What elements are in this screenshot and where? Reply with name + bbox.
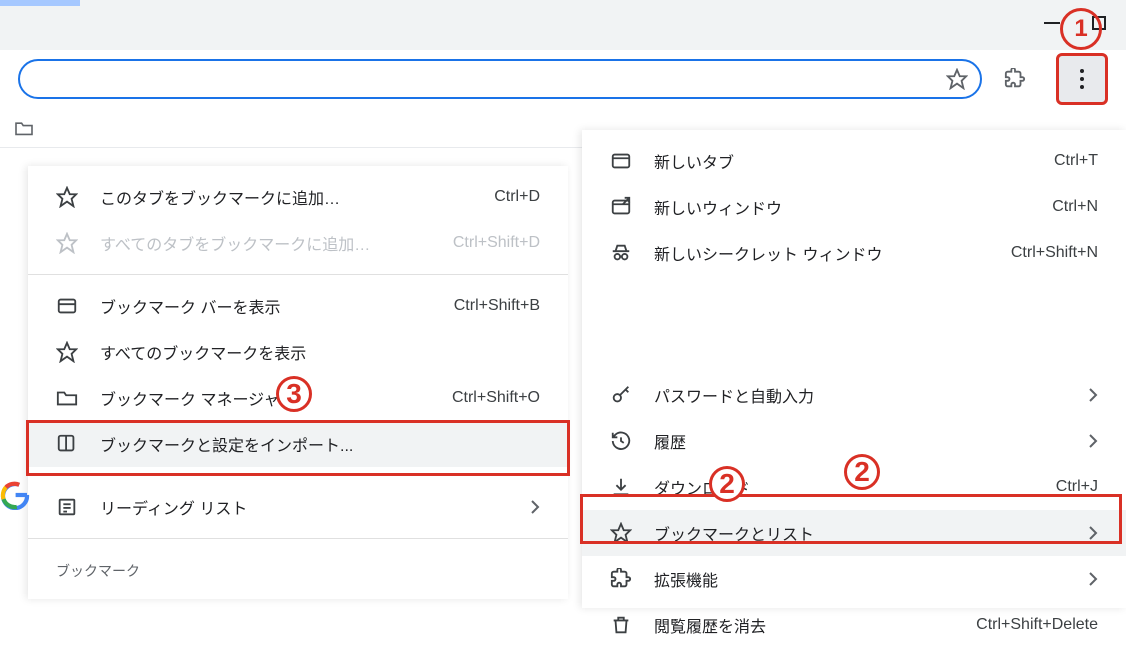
chevron-right-icon [1088,433,1098,449]
menu-shortcut: Ctrl+N [1052,198,1098,216]
menu-shortcut: Ctrl+J [1056,478,1098,496]
menu-item-manager[interactable]: ブックマーク マネージャ Ctrl+Shift+O [28,375,568,421]
history-icon [610,430,632,452]
folder-star-icon [56,387,78,409]
menu-label: ブックマークと設定をインポート... [100,432,540,456]
url-input[interactable] [18,59,982,99]
menu-label: リーディング リスト [100,495,530,519]
menu-item-reading-list[interactable]: リーディング リスト [28,484,568,530]
window-minimize-button[interactable] [1044,22,1060,24]
menu-heading: ブックマーク [28,547,568,591]
active-tab-indicator [0,0,80,6]
menu-shortcut: Ctrl+Shift+B [454,297,540,315]
incognito-icon [610,242,632,264]
chevron-right-icon [1088,387,1098,403]
menu-item-bookmark-all[interactable]: すべてのタブをブックマークに追加… Ctrl+Shift+D [28,220,568,266]
menu-shortcut: Ctrl+T [1054,152,1098,170]
extensions-icon [610,568,632,590]
menu-separator [28,475,568,476]
menu-item-bookmarks-lists[interactable]: ブックマークとリスト [582,510,1126,556]
star-icon [610,522,632,544]
trash-icon [610,614,632,636]
menu-label: パスワードと自動入力 [654,383,1088,407]
chevron-right-icon [1088,571,1098,587]
menu-label: ブックマークとリスト [654,521,1088,545]
star-fill-icon [56,341,78,363]
menu-item-import[interactable]: ブックマークと設定をインポート... [28,421,568,467]
menu-label: 拡張機能 [654,567,1088,591]
menu-separator [28,538,568,539]
menu-item-passwords[interactable]: パスワードと自動入力 [582,372,1126,418]
menu-label: ブックマーク マネージャ [100,386,452,410]
menu-label: 閲覧履歴を消去 [654,613,976,637]
menu-item-clear-data[interactable]: 閲覧履歴を消去 Ctrl+Shift+Delete [582,602,1126,648]
menu-label: このタブをブックマークに追加… [100,185,494,209]
menu-shortcut: Ctrl+Shift+D [453,234,540,252]
chevron-right-icon [1088,525,1098,541]
menu-item-show-bar[interactable]: ブックマーク バーを表示 Ctrl+Shift+B [28,283,568,329]
menu-item-new-window[interactable]: 新しいウィンドウ Ctrl+N [582,184,1126,230]
bookmarks-submenu: このタブをブックマークに追加… Ctrl+D すべてのタブをブックマークに追加…… [28,166,568,599]
menu-label: 新しいタブ [654,149,1054,173]
menu-item-extensions[interactable]: 拡張機能 [582,556,1126,602]
bookmark-star-icon[interactable] [946,68,968,90]
star-plus-icon [56,232,78,254]
menu-item-new-tab[interactable]: 新しいタブ Ctrl+T [582,138,1126,184]
menu-label: ダウンロード [654,475,1056,499]
chevron-right-icon [530,499,540,515]
menu-separator [28,274,568,275]
key-icon [610,384,632,406]
menu-shortcut: Ctrl+Shift+O [452,389,540,407]
new-tab-icon [610,150,632,172]
menu-item-incognito[interactable]: 新しいシークレット ウィンドウ Ctrl+Shift+N [582,230,1126,276]
list-icon [56,496,78,518]
window-restore-button[interactable] [1092,16,1106,30]
menu-label: すべてのタブをブックマークに追加… [100,231,453,255]
menu-shortcut: Ctrl+Shift+N [1011,244,1098,262]
menu-label: すべてのブックマークを表示 [100,340,540,364]
chrome-main-menu: 新しいタブ Ctrl+T 新しいウィンドウ Ctrl+N 新しいシークレット ウ… [582,130,1126,608]
menu-shortcut: Ctrl+D [494,188,540,206]
chrome-menu-button[interactable] [1056,53,1108,105]
extensions-icon[interactable] [1004,68,1026,90]
menu-shortcut: Ctrl+Shift+Delete [976,616,1098,634]
google-logo-partial [0,480,30,540]
book-icon [56,433,78,455]
new-window-icon [610,196,632,218]
menu-label: 新しいシークレット ウィンドウ [654,241,1011,265]
download-icon [610,476,632,498]
menu-item-bookmark-tab[interactable]: このタブをブックマークに追加… Ctrl+D [28,174,568,220]
menu-item-show-all[interactable]: すべてのブックマークを表示 [28,329,568,375]
toolbar-icon [56,295,78,317]
star-icon [56,186,78,208]
menu-item-history[interactable]: 履歴 [582,418,1126,464]
menu-label: ブックマーク バーを表示 [100,294,454,318]
menu-label: 新しいウィンドウ [654,195,1052,219]
bookmark-folder-icon[interactable] [14,120,34,136]
menu-label: 履歴 [654,429,1088,453]
menu-item-downloads[interactable]: ダウンロード Ctrl+J [582,464,1126,510]
